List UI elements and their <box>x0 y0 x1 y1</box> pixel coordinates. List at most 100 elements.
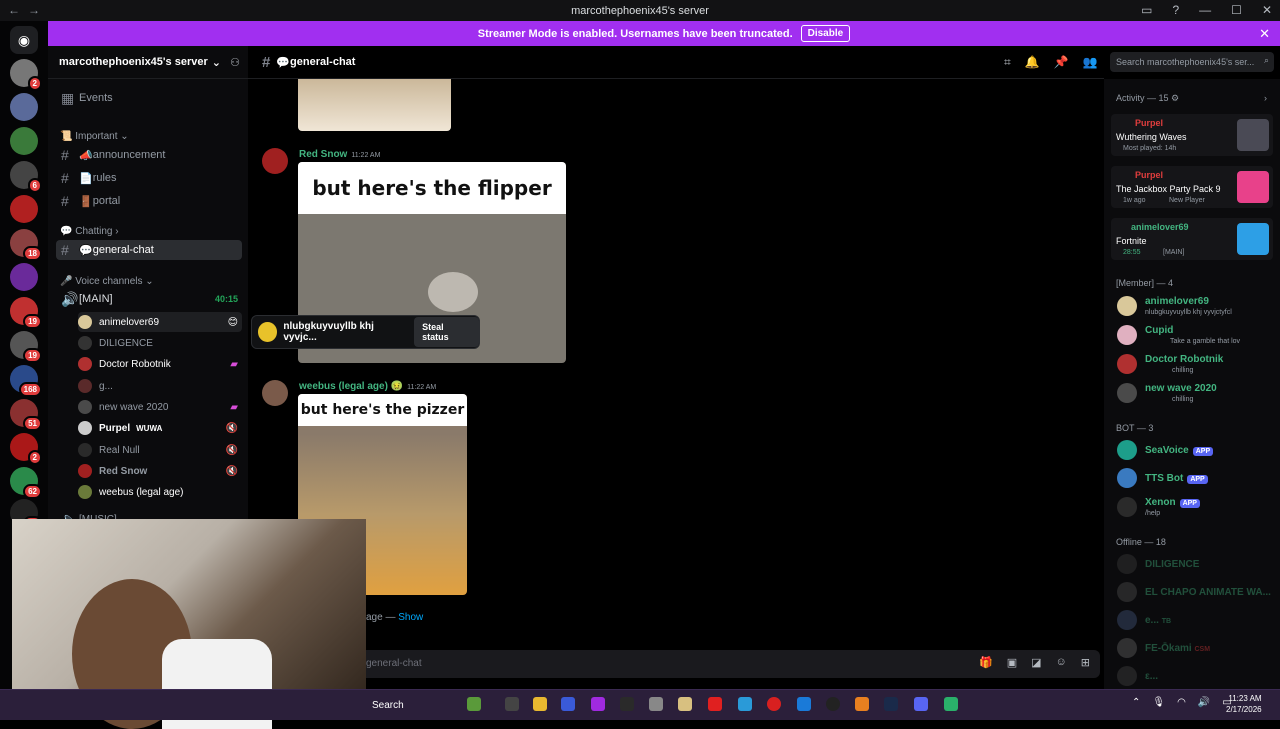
voice-user[interactable]: DILIGENCE <box>78 333 242 353</box>
gift-icon[interactable]: 🎁 <box>979 656 993 669</box>
server-icon[interactable]: 2 <box>10 433 42 465</box>
steam-icon[interactable] <box>884 697 898 711</box>
server-icon[interactable] <box>10 263 38 291</box>
app-icon[interactable] <box>797 697 811 711</box>
avatar[interactable] <box>1117 638 1137 658</box>
nav-arrows[interactable]: ←→ <box>8 3 48 17</box>
member-name[interactable]: TTS Bot APP <box>1145 473 1208 484</box>
emoji-picker-icon[interactable]: ☺ <box>1056 656 1067 669</box>
server-icon[interactable]: 62 <box>10 467 42 499</box>
voice-user[interactable]: new wave 2020 ▰ <box>78 397 242 417</box>
channel-portal[interactable]: # 🚪 portal <box>56 191 242 211</box>
server-icon[interactable]: 168 <box>10 365 42 397</box>
taskbar-widget-icon[interactable] <box>467 697 481 711</box>
server-icon[interactable]: 6 <box>10 161 42 193</box>
steal-status-button[interactable]: Steal status <box>414 317 479 347</box>
discord-taskbar-icon[interactable] <box>914 697 928 711</box>
category-chatting[interactable]: 💬 Chatting › <box>60 226 119 237</box>
voice-user[interactable]: Red Snow 🔇 <box>78 461 242 481</box>
channel-rules[interactable]: # 📄 rules <box>56 168 242 188</box>
store-icon[interactable] <box>561 697 575 711</box>
app-icon[interactable] <box>944 697 958 711</box>
voice-user[interactable]: g... <box>78 376 242 396</box>
events-item[interactable]: ▦ Events <box>56 88 242 108</box>
clock[interactable]: 11:23 AM 2/17/2026 <box>1226 693 1262 715</box>
app-icon[interactable] <box>649 697 663 711</box>
activity-card[interactable]: Purpel Wuthering Waves Most played: 14h <box>1111 114 1273 156</box>
avatar[interactable] <box>1117 296 1137 316</box>
category-important[interactable]: 📜 Important ⌄ <box>60 131 129 142</box>
media-icon[interactable] <box>826 697 840 711</box>
avatar[interactable] <box>1117 554 1137 574</box>
member-name[interactable]: new wave 2020 <box>1145 383 1217 394</box>
avatar[interactable] <box>1117 666 1137 686</box>
avatar[interactable] <box>1117 325 1137 345</box>
member-name[interactable]: Doctor Robotnik <box>1145 354 1223 365</box>
mic-icon[interactable]: 🎙 <box>1152 697 1165 708</box>
message-author[interactable]: weebus (legal age) 🤢 11:22 AM <box>299 381 436 392</box>
avatar[interactable] <box>1117 383 1137 403</box>
activity-card[interactable]: Purpel The Jackbox Party Pack 9 1w ago N… <box>1111 166 1273 208</box>
category-voice[interactable]: 🎤 Voice channels ⌄ <box>60 276 154 287</box>
avatar[interactable] <box>1117 440 1137 460</box>
avatar[interactable] <box>1117 354 1137 374</box>
member-name[interactable]: FE-Ōkami CSM <box>1145 643 1210 654</box>
message-author[interactable]: Red Snow 11:22 AM <box>299 149 380 160</box>
server-icon[interactable] <box>10 195 38 223</box>
pin-icon[interactable]: 📌 <box>1054 55 1069 70</box>
inbox-icon[interactable]: ▭ <box>1141 3 1152 17</box>
banner-close-icon[interactable]: ✕ <box>1259 26 1270 42</box>
server-icon[interactable]: 18 <box>10 229 42 261</box>
help-icon[interactable]: ? <box>1172 3 1179 17</box>
avatar[interactable] <box>262 380 288 406</box>
wifi-icon[interactable]: ◠ <box>1177 697 1186 708</box>
discord-home-icon[interactable]: ◉ <box>10 26 38 54</box>
channel-general-chat[interactable]: # 💬 general-chat <box>56 240 242 260</box>
member-name[interactable]: SeaVoice APP <box>1145 445 1214 456</box>
show-link[interactable]: Show <box>398 612 423 623</box>
activity-card[interactable]: animelover69 Fortnite 28:55 [MAIN] <box>1111 218 1273 260</box>
server-icon[interactable] <box>10 93 38 121</box>
vlc-icon[interactable] <box>855 697 869 711</box>
voice-user[interactable]: Real Null 🔇 <box>78 440 242 460</box>
gif-image[interactable] <box>298 79 451 131</box>
record-icon[interactable] <box>767 697 781 711</box>
avatar[interactable] <box>1117 582 1137 602</box>
app-icon[interactable] <box>678 697 692 711</box>
threads-icon[interactable]: ⌗ <box>1004 55 1011 70</box>
avatar[interactable] <box>1117 468 1137 488</box>
server-icon[interactable]: 51 <box>10 399 42 431</box>
member-name[interactable]: animelover69 <box>1145 296 1209 307</box>
voice-user[interactable]: animelover69 😊 <box>78 312 242 332</box>
message-input[interactable]: general-chat 🎁 ▣ ◪ ☺ ⊞ <box>358 650 1100 678</box>
member-name[interactable]: Xenon APP <box>1145 497 1200 508</box>
member-name[interactable]: EL CHAPO ANIMATE WA... <box>1145 587 1271 598</box>
server-icon[interactable]: 19 <box>10 297 42 329</box>
chevron-up-icon[interactable]: ⌃ <box>1132 697 1140 708</box>
close-icon[interactable]: ✕ <box>1262 3 1272 17</box>
maximize-icon[interactable]: ☐ <box>1231 3 1242 17</box>
voice-user[interactable]: Purpel WUWA 🔇 <box>78 418 242 438</box>
task-view-icon[interactable] <box>505 697 519 711</box>
server-icon[interactable]: 19 <box>10 331 42 363</box>
voice-channel-main[interactable]: 🔊 [MAIN] 40:15 <box>56 289 242 309</box>
member-name[interactable]: DILIGENCE <box>1145 559 1199 570</box>
app-icon[interactable] <box>738 697 752 711</box>
app-icon[interactable] <box>708 697 722 711</box>
member-name[interactable]: e... TB <box>1145 615 1171 626</box>
voice-user[interactable]: weebus (legal age) <box>78 482 242 502</box>
search-input[interactable]: Search marcothephoenix45's ser... ⌕ <box>1110 52 1274 72</box>
app-icon[interactable] <box>591 697 605 711</box>
activity-header[interactable]: Activity — 15 ⚙ › <box>1116 93 1267 104</box>
gif-icon[interactable]: ▣ <box>1007 656 1017 669</box>
volume-icon[interactable]: 🔊 <box>1198 697 1210 708</box>
member-name[interactable]: ε... <box>1145 671 1158 682</box>
invite-icon[interactable]: ⚇ <box>230 56 240 69</box>
apps-icon[interactable]: ⊞ <box>1081 656 1090 669</box>
minimize-icon[interactable]: — <box>1199 3 1211 17</box>
sticker-icon[interactable]: ◪ <box>1031 656 1041 669</box>
server-header[interactable]: marcothephoenix45's server ⌄ ⚇ <box>48 46 248 79</box>
file-explorer-icon[interactable] <box>533 697 547 711</box>
disable-button[interactable]: Disable <box>800 25 851 42</box>
voice-user[interactable]: Doctor Robotnik ▰ <box>78 354 242 374</box>
